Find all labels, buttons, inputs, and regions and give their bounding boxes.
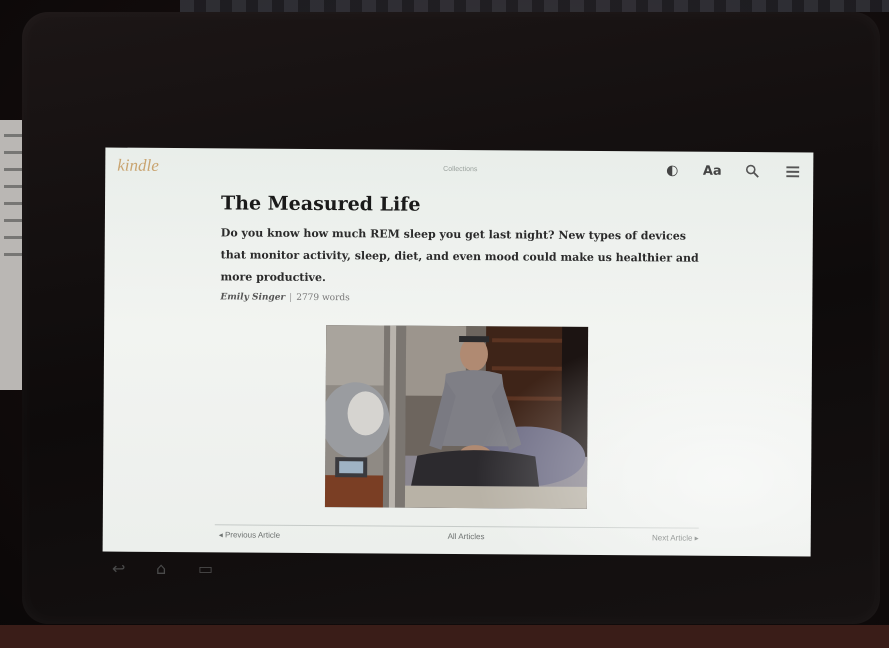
home-icon[interactable]: ⌂: [156, 559, 166, 578]
toolbar: ◐ Aa: [663, 161, 801, 180]
reader-screen: kindle Collections ◐ Aa The Measured Lif…: [102, 147, 814, 557]
back-icon[interactable]: ↩: [112, 559, 125, 578]
font-settings-icon[interactable]: Aa: [703, 162, 722, 180]
background-shelf: [180, 0, 889, 12]
background-table-edge: [0, 625, 889, 648]
menu-icon[interactable]: [783, 162, 801, 180]
search-icon[interactable]: [743, 162, 761, 180]
article: The Measured Life Do you know how much R…: [220, 192, 701, 305]
article-photo: [324, 325, 589, 509]
previous-article-link[interactable]: ◂ Previous Article: [219, 530, 280, 539]
recent-apps-icon[interactable]: ▭: [198, 559, 213, 578]
byline: Emily Singer | 2779 words: [220, 292, 700, 305]
kindle-logo: kindle: [117, 155, 159, 175]
header-title[interactable]: Collections: [415, 166, 505, 174]
word-count: 2779 words: [296, 292, 350, 304]
system-nav-bar: ↩ ⌂ ▭: [100, 555, 814, 583]
article-title: The Measured Life: [220, 192, 421, 216]
article-deck: Do you know how much REM sleep you get l…: [220, 226, 699, 285]
tablet-device: kindle Collections ◐ Aa The Measured Lif…: [22, 12, 880, 624]
author-name[interactable]: Emily Singer: [220, 292, 285, 302]
byline-separator: |: [289, 292, 293, 303]
all-articles-link[interactable]: All Articles: [448, 532, 485, 541]
article-nav: ◂ Previous Article All Articles Next Art…: [219, 530, 699, 542]
nav-divider: [214, 524, 699, 529]
contrast-icon[interactable]: ◐: [663, 161, 681, 179]
next-article-link[interactable]: Next Article ▸: [652, 533, 699, 542]
